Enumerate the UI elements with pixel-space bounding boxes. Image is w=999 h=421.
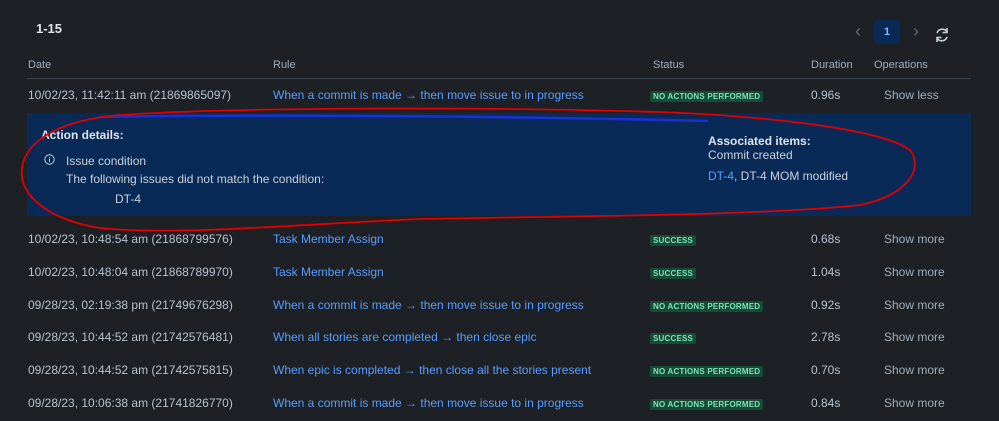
status-badge: NO ACTIONS PERFORMED — [650, 366, 764, 377]
show-more-button[interactable]: Show more — [884, 363, 945, 377]
show-more-button[interactable]: Show more — [884, 298, 945, 312]
row-duration: 0.68s — [811, 232, 841, 246]
header-operations: Operations — [874, 59, 928, 71]
show-more-button[interactable]: Show more — [884, 232, 945, 246]
row-date: 10/02/23, 10:48:04 am (21868789970) — [28, 265, 233, 279]
status-badge: SUCCESS — [650, 268, 697, 279]
row-date: 09/28/23, 10:44:52 am (21742576481) — [28, 330, 233, 344]
row-date: 10/02/23, 11:42:11 am (21869865097) — [28, 88, 232, 102]
row-rule-link[interactable]: When all stories are completed → then cl… — [273, 330, 536, 344]
associated-items-title: Associated items: — [708, 134, 811, 148]
action-details-panel: Action details: Issue condition The foll… — [27, 113, 971, 216]
show-more-button[interactable]: Show more — [884, 330, 945, 344]
table-row: 09/28/23, 10:44:52 am (21742576481) When… — [27, 321, 971, 354]
header-duration[interactable]: Duration — [811, 59, 853, 71]
row-date: 10/02/23, 10:48:54 am (21868799576) — [28, 232, 233, 246]
row-date: 09/28/23, 10:44:52 am (21742575815) — [28, 363, 233, 377]
table-row: 10/02/23, 11:42:11 am (21869865097) When… — [27, 79, 971, 112]
row-date: 09/28/23, 10:06:38 am (21741826770) — [28, 396, 233, 410]
refresh-icon[interactable] — [933, 26, 951, 44]
pagination: ‹ 1 › — [848, 20, 926, 44]
associated-issue-link[interactable]: DT-4 — [708, 169, 734, 183]
status-badge: SUCCESS — [650, 333, 697, 344]
issue-condition-message: The following issues did not match the c… — [66, 172, 325, 186]
header-rule[interactable]: Rule — [273, 59, 296, 71]
status-badge: SUCCESS — [650, 235, 697, 246]
table-row: 09/28/23, 02:19:38 pm (21749676298) When… — [27, 289, 971, 322]
row-duration: 0.70s — [811, 363, 841, 377]
row-duration: 0.92s — [811, 298, 841, 312]
row-rule-link[interactable]: When a commit is made → then move issue … — [273, 396, 584, 410]
row-rule-link[interactable]: Task Member Assign — [273, 232, 384, 246]
row-duration: 2.78s — [811, 330, 841, 344]
show-more-button[interactable]: Show more — [884, 265, 945, 279]
header-date[interactable]: Date — [28, 59, 51, 71]
associated-items-list: DT-4, DT-4 MOM modified — [708, 169, 848, 183]
header-status[interactable]: Status — [653, 59, 684, 71]
issue-condition-label: Issue condition — [66, 154, 147, 168]
prev-page-button[interactable]: ‹ — [848, 20, 868, 44]
show-less-button[interactable]: Show less — [884, 88, 939, 102]
row-duration: 1.04s — [811, 265, 841, 279]
results-range: 1-15 — [36, 21, 63, 36]
status-badge: NO ACTIONS PERFORMED — [650, 91, 764, 102]
row-rule-link[interactable]: Task Member Assign — [273, 265, 384, 279]
table-row: 09/28/23, 10:06:38 am (21741826770) When… — [27, 387, 971, 420]
status-badge: NO ACTIONS PERFORMED — [650, 301, 764, 312]
row-rule-link[interactable]: When epic is completed → then close all … — [273, 363, 591, 377]
table-row: 09/28/23, 10:44:52 am (21742575815) When… — [27, 354, 971, 387]
row-rule-link[interactable]: When a commit is made → then move issue … — [273, 298, 584, 312]
associated-items-subtitle: Commit created — [708, 148, 793, 162]
action-details-title: Action details: — [41, 128, 124, 142]
show-more-button[interactable]: Show more — [884, 396, 945, 410]
next-page-button[interactable]: › — [906, 20, 926, 44]
unmatched-issue-key: DT-4 — [115, 192, 142, 206]
row-duration: 0.96s — [811, 88, 841, 102]
row-rule-link[interactable]: When a commit is made → then move issue … — [273, 88, 584, 102]
page-1-button[interactable]: 1 — [874, 20, 900, 44]
table-row: 10/02/23, 10:48:54 am (21868799576) Task… — [27, 223, 971, 256]
row-duration: 0.84s — [811, 396, 841, 410]
info-icon — [44, 154, 55, 165]
table-row: 10/02/23, 10:48:04 am (21868789970) Task… — [27, 256, 971, 289]
row-date: 09/28/23, 02:19:38 pm (21749676298) — [28, 298, 233, 312]
associated-items-text: , DT-4 MOM modified — [734, 169, 849, 183]
status-badge: NO ACTIONS PERFORMED — [650, 399, 764, 410]
